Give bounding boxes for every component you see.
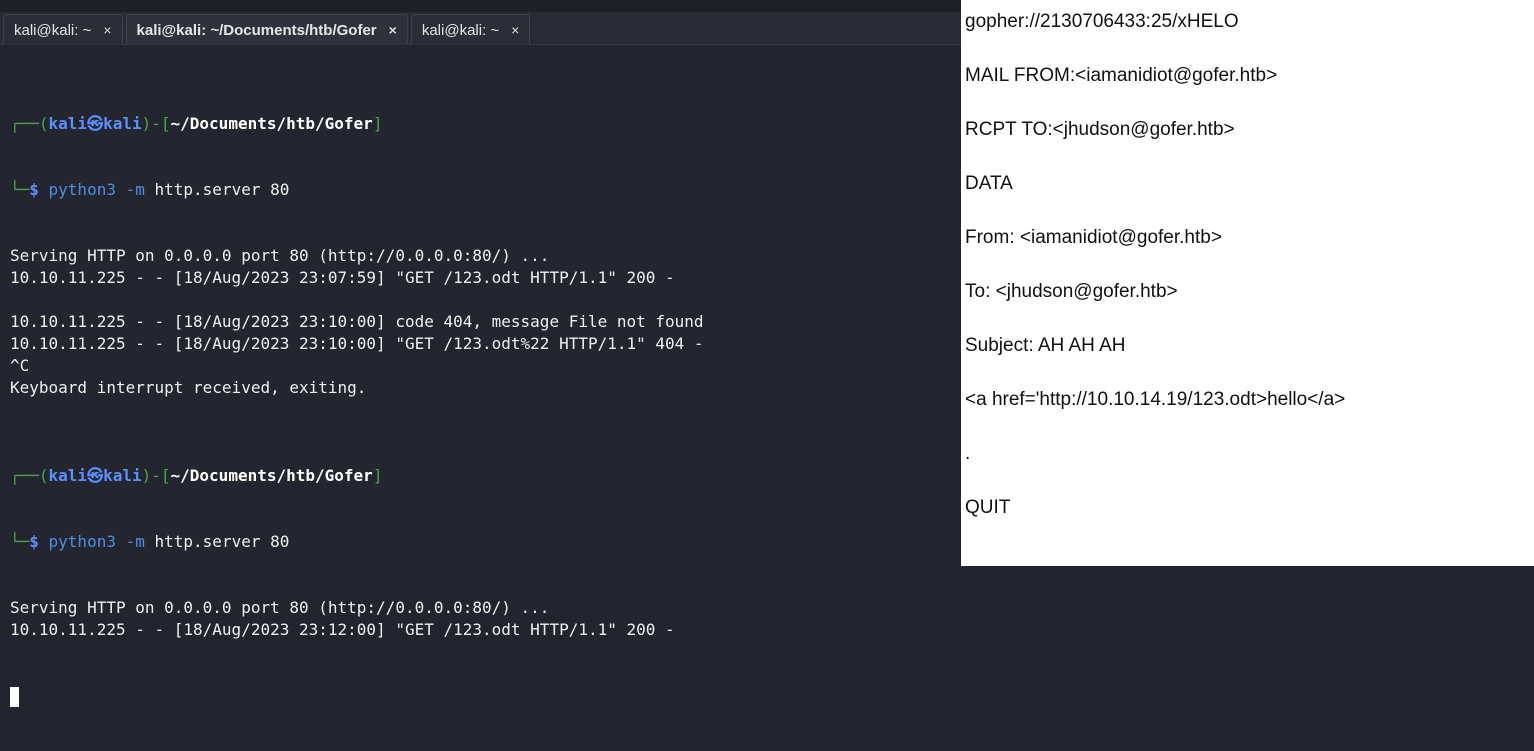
- notepad-line: To: <jhudson@gofer.htb>: [965, 281, 1178, 302]
- tab-label: kali@kali: ~: [14, 21, 92, 39]
- output-line: 10.10.11.225 - - [18/Aug/2023 23:10:00] …: [10, 334, 704, 353]
- command-line: └─$ python3 -m http.server 80: [10, 532, 290, 551]
- output-line: ^C: [10, 356, 30, 375]
- notepad-line: MAIL FROM:<iamanidiot@gofer.htb>: [965, 65, 1278, 86]
- notepad-line: Subject: AH AH AH: [965, 335, 1126, 356]
- notepad-line: QUIT: [965, 497, 1011, 518]
- notepad-line: gopher://2130706433:25/xHELO: [965, 11, 1239, 32]
- tab-home-2[interactable]: kali@kali: ~ ×: [410, 14, 531, 45]
- output-line: Keyboard interrupt received, exiting.: [10, 378, 367, 397]
- notepad-line: RCPT TO:<jhudson@gofer.htb>: [965, 119, 1235, 140]
- tab-label: kali@kali: ~: [421, 21, 500, 39]
- tab-label: kali@kali: ~/Documents/htb/Gofer: [136, 21, 377, 39]
- tab-home-1[interactable]: kali@kali: ~ ×: [3, 14, 123, 45]
- output-line: 10.10.11.225 - - [18/Aug/2023 23:10:00] …: [10, 312, 704, 331]
- notepad-line: DATA: [965, 173, 1013, 194]
- close-icon[interactable]: ×: [511, 22, 519, 38]
- tab-bar: kali@kali: ~ × kali@kali: ~/Documents/htb…: [0, 12, 961, 45]
- terminal-output[interactable]: ┌──(kali㉿kali)-[~/Documents/htb/Gofer] └…: [10, 69, 704, 751]
- terminal-cursor: [10, 686, 19, 707]
- output-line: Serving HTTP on 0.0.0.0 port 80 (http://…: [10, 598, 550, 617]
- close-icon[interactable]: ×: [103, 22, 111, 38]
- close-icon[interactable]: ×: [389, 22, 397, 38]
- output-line: 10.10.11.225 - - [18/Aug/2023 23:07:59] …: [10, 268, 675, 287]
- command-line: └─$ python3 -m http.server 80: [10, 180, 290, 199]
- prompt-line: ┌──(kali㉿kali)-[~/Documents/htb/Gofer]: [10, 114, 383, 133]
- notepad-window[interactable]: gopher://2130706433:25/xHELO MAIL FROM:<i…: [961, 0, 1534, 566]
- prompt-line: ┌──(kali㉿kali)-[~/Documents/htb/Gofer]: [10, 466, 383, 485]
- output-line: Serving HTTP on 0.0.0.0 port 80 (http://…: [10, 246, 550, 265]
- notepad-line: .: [965, 443, 971, 464]
- notepad-line: From: <iamanidiot@gofer.htb>: [965, 227, 1222, 248]
- output-line: 10.10.11.225 - - [18/Aug/2023 23:12:00] …: [10, 620, 675, 639]
- title-bar: [0, 0, 961, 12]
- notepad-line: <a href='http://10.10.14.19/123.odt>hell…: [965, 389, 1346, 410]
- terminal-window: kali@kali: ~ × kali@kali: ~/Documents/htb…: [0, 0, 961, 707]
- tab-gofer[interactable]: kali@kali: ~/Documents/htb/Gofer ×: [125, 14, 408, 45]
- notepad-text[interactable]: gopher://2130706433:25/xHELO MAIL FROM:<i…: [965, 8, 1345, 548]
